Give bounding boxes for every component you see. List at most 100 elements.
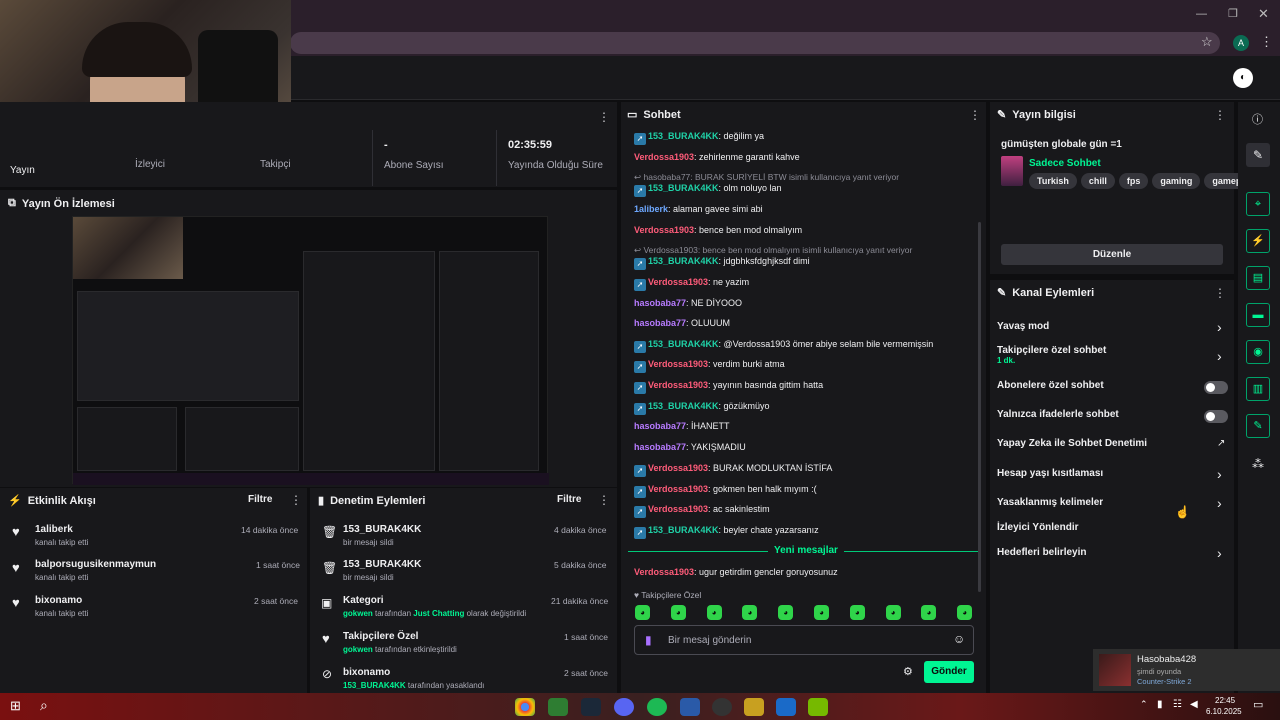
chat-username[interactable]: Verdossa1903 bbox=[648, 484, 708, 494]
chevron-right-icon[interactable]: › bbox=[1217, 466, 1222, 482]
category-link[interactable]: Sadece Sohbet bbox=[1029, 158, 1101, 169]
moderation-item[interactable]: 🗑 153_BURAK4KK bir mesajı sildi 5 dakika… bbox=[310, 554, 617, 590]
channel-action-row[interactable]: İzleyici Yönlendir bbox=[990, 521, 1234, 541]
add-widget-icon[interactable]: ⁂ bbox=[1252, 457, 1264, 471]
chat-username[interactable]: Verdossa1903 bbox=[648, 277, 708, 287]
steam-taskbar-icon[interactable] bbox=[581, 698, 601, 716]
microphone-icon[interactable]: ▮ bbox=[645, 633, 652, 647]
emote-icon[interactable]: ◕ bbox=[957, 605, 973, 620]
chat-username[interactable]: hasobaba77 bbox=[634, 442, 686, 452]
chat-message[interactable]: ➚ 153_BURAK4KK: değilim ya bbox=[634, 131, 764, 145]
edit-mode-icon[interactable]: ✎ bbox=[1246, 143, 1270, 167]
channel-action-row[interactable]: Hesap yaşı kısıtlaması › bbox=[990, 466, 1234, 487]
chat-message[interactable]: Verdossa1903: zehirlenme garanti kahve bbox=[634, 152, 800, 162]
channel-action-row[interactable]: Yalnızca ifadelerle sohbet bbox=[990, 408, 1234, 428]
moderation-item[interactable]: 🗑 153_BURAK4KK bir mesajı sildi 4 dakika… bbox=[310, 518, 617, 554]
chat-message[interactable]: ➚ 153_BURAK4KK: gözükmüyo bbox=[634, 401, 770, 415]
search-icon[interactable]: ⌕ bbox=[40, 697, 48, 714]
clip-icon[interactable]: ⌖ bbox=[1246, 192, 1270, 216]
chevron-right-icon[interactable]: › bbox=[1217, 495, 1222, 511]
moderation-item[interactable]: ⊘ bixonamo 153_BURAK4KK tarafından yasak… bbox=[310, 662, 617, 693]
broadcast-icon[interactable]: ◉ bbox=[1246, 340, 1270, 364]
activity-item[interactable]: ♥ bixonamo kanalı takip etti 2 saat önce bbox=[0, 590, 307, 626]
channel-action-row[interactable]: Yavaş mod › bbox=[990, 319, 1234, 340]
chat-message[interactable]: ➚ Verdossa1903: BURAK MODLUKTAN İSTİFA bbox=[634, 463, 832, 477]
chat-message[interactable]: ➚ Verdossa1903: gokmen ben halk mıyım :( bbox=[634, 484, 817, 498]
chat-message[interactable]: 1aliberk: alaman gavee simi abi bbox=[634, 204, 763, 214]
chat-message[interactable]: ➚ Verdossa1903: yayının basında gittim ha… bbox=[634, 380, 823, 394]
maximize-icon[interactable]: ❐ bbox=[1228, 7, 1238, 20]
app-taskbar-icon[interactable] bbox=[680, 698, 700, 716]
activity-menu-icon[interactable]: ⋮ bbox=[290, 493, 302, 507]
toggle-switch[interactable] bbox=[1204, 410, 1228, 423]
activity-filter-button[interactable]: Filtre bbox=[248, 494, 272, 505]
chat-username[interactable]: 153_BURAK4KK bbox=[648, 401, 719, 411]
bookmark-star-icon[interactable]: ☆ bbox=[1201, 34, 1213, 50]
info-icon[interactable]: ⓘ bbox=[1252, 111, 1263, 127]
document-icon[interactable]: ▤ bbox=[1246, 266, 1270, 290]
store-taskbar-icon[interactable] bbox=[548, 698, 568, 716]
profile-avatar[interactable]: A bbox=[1233, 35, 1249, 51]
reply-context[interactable]: ↩ Verdossa1903: bence ben mod olmalıyım … bbox=[634, 245, 912, 256]
channel-action-row[interactable]: Hedefleri belirleyin › bbox=[990, 545, 1234, 566]
chat-input[interactable]: ▮ Bir mesaj gönderin ☺ bbox=[634, 625, 974, 655]
wrench-icon[interactable]: ✎ bbox=[1246, 414, 1270, 438]
emote-icon[interactable]: ◕ bbox=[670, 605, 686, 620]
clock-date[interactable]: 6.10.2025 bbox=[1206, 707, 1242, 716]
send-button[interactable]: Gönder bbox=[924, 661, 974, 683]
emote-icon[interactable]: ◕ bbox=[635, 605, 650, 620]
spotify-taskbar-icon[interactable] bbox=[647, 698, 667, 716]
emote-icon[interactable]: ◕ bbox=[849, 605, 865, 620]
activity-item[interactable]: ♥ 1aliberk kanalı takip etti 14 dakika ö… bbox=[0, 518, 307, 554]
app-taskbar-icon[interactable] bbox=[744, 698, 764, 716]
tag[interactable]: fps bbox=[1118, 173, 1149, 189]
channel-action-row[interactable]: Yapay Zeka ile Sohbet Denetimi ↗ bbox=[990, 437, 1234, 457]
chat-username[interactable]: Verdossa1903 bbox=[634, 225, 694, 235]
external-link-icon[interactable]: ↗ bbox=[1217, 438, 1225, 449]
chat-message[interactable]: hasobaba77: YAKIŞMADIU bbox=[634, 442, 746, 452]
chat-settings-icon[interactable]: ⚙ bbox=[903, 665, 913, 678]
chat-message[interactable]: hasobaba77: NE DİYOOO bbox=[634, 298, 742, 308]
tag[interactable]: Turkish bbox=[1029, 173, 1077, 189]
moderation-item[interactable]: ♥ Takipçilere Özel gokwen tarafından etk… bbox=[310, 626, 617, 662]
chat-username[interactable]: Verdossa1903 bbox=[634, 152, 694, 162]
edit-button[interactable]: Düzenle bbox=[1001, 244, 1223, 265]
windows-start-icon[interactable]: ⊞ bbox=[10, 698, 21, 714]
channel-action-row[interactable]: Takipçilere özel sohbet 1 dk. › bbox=[990, 344, 1234, 365]
volume-icon[interactable]: ◀ bbox=[1190, 699, 1198, 710]
channel-action-row[interactable]: Yasaklanmış kelimeler › bbox=[990, 495, 1234, 516]
chat-username[interactable]: 1aliberk bbox=[634, 204, 668, 214]
chat-username[interactable]: 153_BURAK4KK bbox=[648, 339, 719, 349]
chat-username[interactable]: hasobaba77 bbox=[634, 298, 686, 308]
moderation-item[interactable]: ▣ Kategori gokwen tarafından Just Chatti… bbox=[310, 590, 617, 626]
chevron-right-icon[interactable]: › bbox=[1217, 348, 1222, 364]
chrome-taskbar-icon[interactable] bbox=[515, 698, 535, 716]
layout-icon[interactable]: ▥ bbox=[1246, 377, 1270, 401]
emote-icon[interactable]: ◕ bbox=[706, 605, 722, 620]
obs-taskbar-icon[interactable] bbox=[712, 698, 732, 716]
emote-icon[interactable]: ◕ bbox=[885, 605, 901, 620]
chat-username[interactable]: hasobaba77 bbox=[634, 421, 686, 431]
emote-icon[interactable]: ◕ bbox=[742, 605, 758, 620]
chat-username[interactable]: 153_BURAK4KK bbox=[648, 525, 719, 535]
moderation-menu-icon[interactable]: ⋮ bbox=[598, 493, 610, 507]
stats-menu-icon[interactable]: ⋮ bbox=[598, 110, 610, 124]
chat-username[interactable]: Verdossa1903 bbox=[648, 380, 708, 390]
network-icon[interactable]: ☷ bbox=[1173, 699, 1182, 710]
preview-video[interactable] bbox=[72, 216, 549, 485]
chat-username[interactable]: Verdossa1903 bbox=[648, 359, 708, 369]
chevron-right-icon[interactable]: › bbox=[1217, 319, 1222, 335]
emote-icon[interactable]: ◕ bbox=[814, 605, 829, 620]
notification-center-icon[interactable]: ▭ bbox=[1253, 698, 1263, 711]
chat-message[interactable]: hasobaba77: OLUUUM bbox=[634, 318, 730, 328]
chat-username[interactable]: hasobaba77 bbox=[634, 318, 686, 328]
chat-message[interactable]: ➚ Verdossa1903: ne yazim bbox=[634, 277, 749, 291]
moderation-filter-button[interactable]: Filtre bbox=[557, 494, 581, 505]
clock-time[interactable]: 22:45 bbox=[1215, 696, 1235, 705]
chat-message[interactable]: Verdossa1903: bence ben mod olmalıyım bbox=[634, 225, 802, 235]
chat-message[interactable]: ➚ Verdossa1903: ac sakinlestim bbox=[634, 504, 770, 518]
minimize-icon[interactable]: — bbox=[1196, 8, 1207, 20]
activity-item[interactable]: ♥ balporsugusikenmaymun kanalı takip ett… bbox=[0, 554, 307, 590]
chat-message[interactable]: hasobaba77: İHANETT bbox=[634, 421, 730, 431]
address-bar[interactable] bbox=[290, 32, 1220, 54]
